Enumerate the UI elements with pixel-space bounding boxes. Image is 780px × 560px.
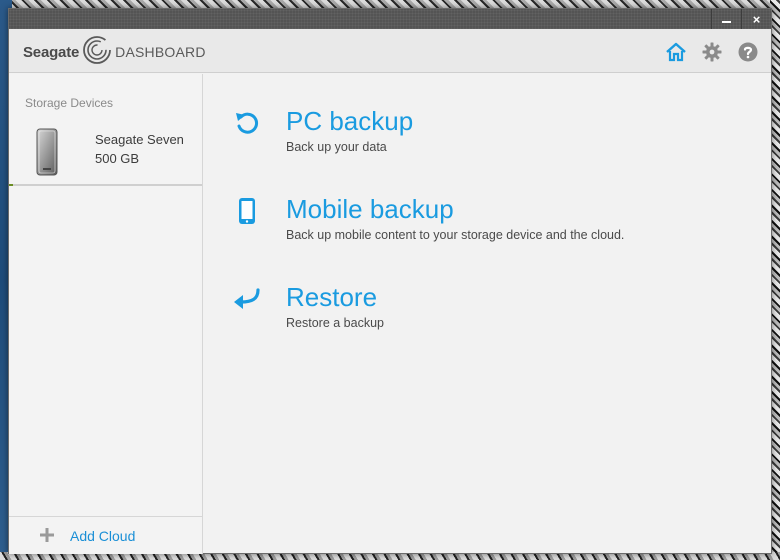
close-button[interactable]: × xyxy=(741,9,771,29)
header-nav xyxy=(663,39,761,65)
seagate-swirl-icon xyxy=(82,35,112,70)
sidebar: Storage Devices Seagate Seven 500 GB Add… xyxy=(9,74,203,554)
brand-name: Seagate xyxy=(23,43,80,61)
device-name: Seagate Seven xyxy=(95,132,184,147)
storage-devices-heading: Storage Devices xyxy=(25,96,114,110)
selection-marker xyxy=(9,184,13,186)
pc-backup-title: PC backup xyxy=(286,106,414,136)
device-size: 500 GB xyxy=(95,151,140,166)
restore-title: Restore xyxy=(286,282,378,312)
help-button[interactable] xyxy=(735,39,761,65)
restore-description: Restore a backup xyxy=(286,316,384,330)
restore-arrow-icon xyxy=(232,284,262,314)
gear-icon xyxy=(702,42,722,62)
plus-icon xyxy=(39,527,55,548)
add-cloud-label: Add Cloud xyxy=(70,528,136,544)
storage-device-item[interactable]: Seagate Seven 500 GB xyxy=(9,118,202,186)
add-cloud-button[interactable]: Add Cloud xyxy=(9,516,202,554)
home-icon xyxy=(666,42,686,62)
pc-backup-action[interactable]: PC backup Back up your data xyxy=(204,106,744,166)
minimize-icon xyxy=(722,21,731,23)
pc-backup-description: Back up your data xyxy=(286,140,387,154)
app-window: × Seagate DASHBOARD Storage Devices Seag… xyxy=(8,8,772,554)
restore-action[interactable]: Restore Restore a backup xyxy=(204,282,744,342)
app-header: Seagate DASHBOARD xyxy=(9,29,771,73)
mobile-backup-title: Mobile backup xyxy=(286,194,454,224)
app-name: DASHBOARD xyxy=(115,44,206,60)
window-controls: × xyxy=(711,9,771,29)
mobile-backup-description: Back up mobile content to your storage d… xyxy=(286,228,625,242)
title-bar[interactable]: × xyxy=(9,9,771,29)
mobile-backup-action[interactable]: Mobile backup Back up mobile content to … xyxy=(204,194,744,254)
hard-drive-icon xyxy=(35,128,59,181)
seagate-logo: Seagate DASHBOARD xyxy=(23,35,206,70)
settings-button[interactable] xyxy=(699,39,725,65)
help-icon xyxy=(738,42,758,62)
home-button[interactable] xyxy=(663,39,689,65)
backup-arrow-icon xyxy=(232,108,262,138)
main-content: PC backup Back up your data Mobile backu… xyxy=(204,74,771,554)
minimize-button[interactable] xyxy=(711,9,741,29)
mobile-phone-icon xyxy=(232,196,262,226)
